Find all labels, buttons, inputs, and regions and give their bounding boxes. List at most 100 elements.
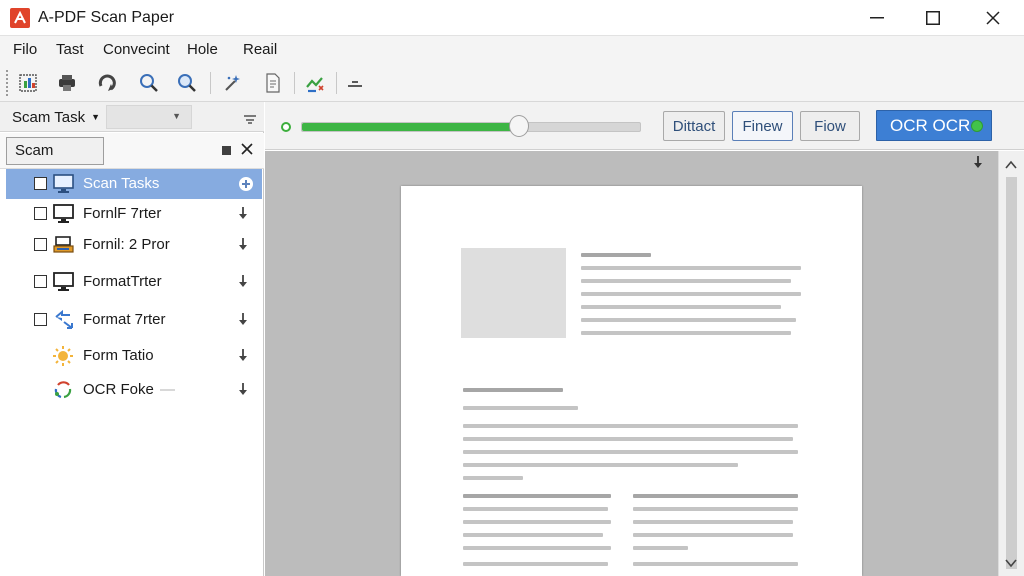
menu-bar: Filo Tast Convecint Hole Reail bbox=[0, 36, 1024, 64]
down-arrow-icon[interactable] bbox=[973, 155, 983, 174]
page-text-line bbox=[463, 406, 578, 410]
document-icon bbox=[266, 73, 280, 93]
monitor-icon bbox=[52, 173, 76, 195]
document-button[interactable] bbox=[260, 70, 286, 96]
menu-reail[interactable]: Reail bbox=[243, 41, 277, 58]
down-arrow-icon[interactable] bbox=[238, 312, 248, 331]
task-item-format-2[interactable]: Fornil: 2 Pror bbox=[6, 230, 262, 260]
menu-help[interactable]: Hole bbox=[187, 41, 218, 58]
down-arrow-icon[interactable] bbox=[238, 237, 248, 256]
task-item-format-3[interactable]: FormatTrter bbox=[6, 267, 262, 297]
task-item-scan-tasks[interactable]: Scan Tasks bbox=[6, 169, 262, 199]
plus-circle-icon[interactable] bbox=[238, 176, 254, 197]
slider-indicator-icon bbox=[281, 122, 291, 132]
zoom-in-button[interactable] bbox=[136, 70, 162, 96]
chevron-down-icon: ▼ bbox=[172, 111, 181, 121]
page-image-placeholder bbox=[461, 248, 566, 338]
vertical-scrollbar[interactable] bbox=[998, 151, 1024, 576]
task-label: Form Tatio bbox=[83, 347, 154, 364]
task-item-format-4[interactable]: Format 7rter bbox=[6, 305, 262, 335]
window-title: A-PDF Scan Paper bbox=[38, 9, 175, 26]
filter-dropdown[interactable]: ▼ bbox=[106, 105, 192, 129]
scan-button[interactable] bbox=[16, 70, 42, 96]
scan-tasks-dropdown[interactable]: Scam Tasks▼ bbox=[6, 137, 104, 186]
chevron-down-icon: ▼ bbox=[91, 112, 101, 122]
page-text-line bbox=[633, 562, 798, 566]
task-label: Format 7rter bbox=[83, 311, 166, 328]
pin-panel-icon[interactable] bbox=[222, 146, 231, 155]
rotate-button[interactable] bbox=[94, 70, 120, 96]
zoom-in-icon bbox=[140, 74, 158, 92]
page-text-line bbox=[581, 318, 796, 322]
scanned-page[interactable] bbox=[401, 186, 862, 576]
task-item-form-ratio[interactable]: Form Tatio bbox=[6, 341, 262, 371]
task-item-format-1[interactable]: FornlF 7rter bbox=[6, 199, 262, 229]
task-checkbox[interactable] bbox=[34, 313, 47, 326]
task-panel-subheader: Scam Tasks▼ bbox=[0, 133, 264, 186]
page-text-line bbox=[463, 450, 798, 454]
page-text-line bbox=[633, 507, 798, 511]
scrollbar-thumb[interactable] bbox=[1006, 177, 1017, 569]
toolbar-grip[interactable] bbox=[6, 70, 9, 96]
minimize-button[interactable] bbox=[848, 0, 906, 36]
page-text-line bbox=[633, 533, 793, 537]
close-window-button[interactable] bbox=[964, 0, 1022, 36]
arrows-icon bbox=[52, 309, 76, 331]
flow-button[interactable]: Fiow bbox=[800, 111, 860, 141]
control-bar: Dittact Finew Fiow OCR OCR bbox=[265, 102, 1024, 150]
down-arrow-icon[interactable] bbox=[238, 274, 248, 293]
enhance-button[interactable] bbox=[220, 70, 246, 96]
collapse-button[interactable] bbox=[342, 70, 368, 96]
slider-fill bbox=[302, 123, 520, 131]
menu-convert[interactable]: Convecint bbox=[103, 41, 170, 58]
page-text-line bbox=[463, 507, 608, 511]
rotate-icon bbox=[98, 74, 116, 91]
ocr-status-icon bbox=[971, 120, 983, 132]
magic-wand-icon bbox=[225, 75, 240, 91]
close-panel-icon[interactable] bbox=[240, 142, 254, 161]
title-bar: A-PDF Scan Paper bbox=[0, 0, 1024, 36]
zoom-out-button[interactable] bbox=[174, 70, 200, 96]
monitor-icon bbox=[52, 203, 76, 225]
task-label: OCR Foke — bbox=[83, 381, 175, 398]
page-text-line bbox=[633, 520, 793, 524]
print-button[interactable] bbox=[54, 70, 80, 96]
task-checkbox[interactable] bbox=[34, 275, 47, 288]
detect-button[interactable]: Dittact bbox=[663, 111, 725, 141]
quality-slider[interactable] bbox=[301, 122, 641, 132]
document-view[interactable] bbox=[265, 151, 998, 576]
menu-task[interactable]: Tast bbox=[56, 41, 84, 58]
ocr-button[interactable]: OCR OCR bbox=[876, 110, 992, 141]
task-panel: Scam Task ▼ ▼ Scam Tasks▼ Scan Tasks bbox=[0, 102, 264, 576]
preview-button[interactable]: Finew bbox=[732, 111, 793, 141]
task-label: Scan Tasks bbox=[83, 175, 160, 192]
task-checkbox[interactable] bbox=[34, 207, 47, 220]
panel-options-icon[interactable] bbox=[244, 111, 256, 129]
task-checkbox[interactable] bbox=[34, 238, 47, 251]
down-arrow-icon[interactable] bbox=[238, 382, 248, 401]
page-text-line bbox=[463, 424, 798, 428]
task-checkbox[interactable] bbox=[34, 177, 47, 190]
page-text-line bbox=[581, 266, 801, 270]
page-text-line bbox=[463, 494, 611, 498]
down-arrow-icon[interactable] bbox=[238, 206, 248, 225]
scan-task-dropdown[interactable]: Scam Task ▼ bbox=[4, 105, 104, 129]
chart-edit-button[interactable] bbox=[302, 70, 328, 96]
slider-thumb[interactable] bbox=[509, 115, 529, 137]
page-text-line bbox=[463, 520, 611, 524]
chevron-down-icon[interactable] bbox=[1005, 555, 1017, 573]
maximize-button[interactable] bbox=[904, 0, 962, 36]
menu-file[interactable]: Filo bbox=[13, 41, 37, 58]
ocr-recycle-icon bbox=[52, 379, 76, 401]
page-text-line bbox=[463, 463, 738, 467]
task-label-suffix: — bbox=[160, 381, 176, 398]
page-text-line bbox=[463, 533, 603, 537]
page-text-line bbox=[633, 546, 688, 550]
down-arrow-icon[interactable] bbox=[238, 348, 248, 367]
chevron-up-icon[interactable] bbox=[1005, 157, 1017, 175]
page-text-line bbox=[463, 562, 608, 566]
task-panel-header: Scam Task ▼ ▼ bbox=[0, 102, 264, 132]
task-item-ocr[interactable]: OCR Foke — bbox=[6, 375, 262, 405]
task-label: Fornil: 2 Pror bbox=[83, 236, 170, 253]
task-label: FormatTrter bbox=[83, 273, 162, 290]
